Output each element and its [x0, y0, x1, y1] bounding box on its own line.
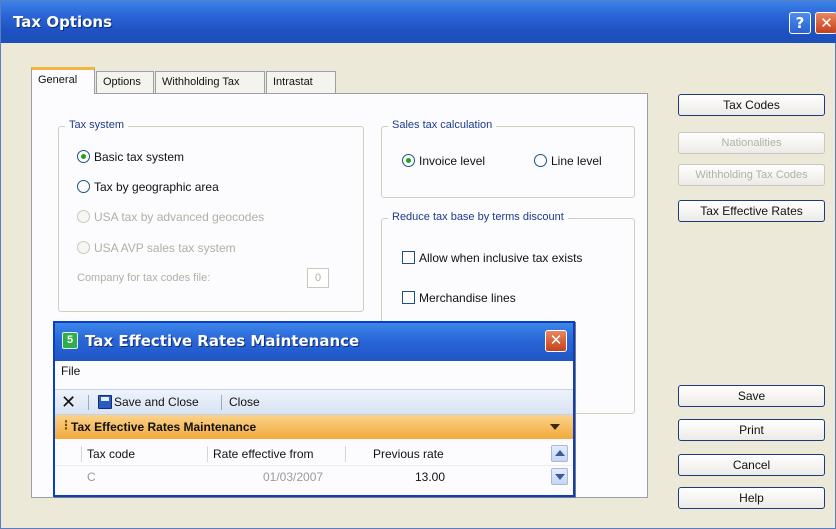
window-title: Tax Options — [13, 13, 113, 31]
grid-header: Tax code Rate effective from Previous ra… — [55, 443, 573, 465]
toolbar-separator — [88, 395, 89, 410]
dialog-close-icon[interactable]: ✕ — [545, 330, 567, 352]
print-button[interactable]: Print — [678, 419, 825, 441]
tab-options[interactable]: Options — [96, 71, 154, 93]
radio-disabled-icon — [77, 241, 90, 254]
dialog-toolbar: ✕ Save and Close Close — [55, 389, 573, 415]
scroll-down-icon[interactable] — [551, 468, 568, 485]
cell-tax-code[interactable]: C — [87, 470, 96, 484]
radio-line-level[interactable]: Line level — [534, 154, 602, 168]
section-title: Tax Effective Rates Maintenance — [71, 420, 257, 434]
radio-icon[interactable] — [77, 180, 90, 193]
nationalities-button: Nationalities — [678, 132, 825, 154]
save-button[interactable]: Save — [678, 385, 825, 407]
column-separator — [81, 446, 82, 462]
radio-tax-by-geographic-area[interactable]: Tax by geographic area — [77, 180, 219, 194]
checkbox-icon[interactable] — [402, 251, 415, 264]
column-separator — [345, 446, 346, 462]
tax-options-window: Tax Options ? ✕ General Options Withhold… — [0, 0, 836, 529]
sales-tax-calculation-title: Sales tax calculation — [388, 119, 497, 131]
section-header[interactable]: ⋮ Tax Effective Rates Maintenance — [55, 415, 573, 439]
check-allow-inclusive-tax[interactable]: Allow when inclusive tax exists — [402, 251, 582, 265]
cancel-button[interactable]: Cancel — [678, 454, 825, 476]
radio-usa-avp-sales-tax: USA AVP sales tax system — [77, 241, 236, 255]
tax-effective-rates-dialog: 5 Tax Effective Rates Maintenance ✕ File… — [53, 321, 575, 497]
dialog-titlebar[interactable]: 5 Tax Effective Rates Maintenance ✕ — [55, 323, 573, 361]
toolbar-separator — [221, 395, 222, 410]
delete-icon[interactable]: ✕ — [61, 392, 76, 412]
tax-system-group: Tax system Basic tax system Tax by geogr… — [58, 119, 364, 312]
radio-usa-advanced-geocodes: USA tax by advanced geocodes — [77, 210, 264, 224]
radio-icon[interactable] — [534, 154, 547, 167]
radio-selected-icon[interactable] — [77, 150, 90, 163]
radio-disabled-icon — [77, 210, 90, 223]
tax-system-title: Tax system — [65, 119, 129, 131]
window-titlebar[interactable]: Tax Options ? ✕ — [1, 1, 836, 43]
dialog-title: Tax Effective Rates Maintenance — [85, 332, 360, 350]
company-tax-codes-input: 0 — [307, 268, 329, 288]
close-icon[interactable]: ✕ — [815, 12, 836, 34]
reduce-tax-base-title: Reduce tax base by terms discount — [388, 211, 568, 223]
app-icon: 5 — [62, 332, 78, 349]
dialog-menubar: File — [55, 361, 573, 381]
dropdown-arrow-icon[interactable] — [550, 424, 560, 430]
radio-basic-tax-system[interactable]: Basic tax system — [77, 150, 184, 164]
column-previous-rate[interactable]: Previous rate — [373, 447, 444, 461]
save-and-close-button[interactable]: Save and Close — [114, 395, 199, 409]
tax-effective-rates-button[interactable]: Tax Effective Rates — [678, 200, 825, 222]
tab-intrastat[interactable]: Intrastat — [266, 71, 336, 93]
close-button[interactable]: Close — [229, 395, 260, 409]
check-merchandise-lines[interactable]: Merchandise lines — [402, 291, 516, 305]
tab-withholding-tax[interactable]: Withholding Tax — [155, 71, 265, 93]
column-rate-effective-from[interactable]: Rate effective from — [213, 447, 314, 461]
table-row[interactable]: C 01/03/2007 13.00 — [55, 465, 573, 487]
cell-previous-rate[interactable]: 13.00 — [415, 470, 445, 484]
cell-rate-effective-from[interactable]: 01/03/2007 — [263, 470, 323, 484]
radio-invoice-level[interactable]: Invoice level — [402, 154, 485, 168]
help-icon[interactable]: ? — [789, 12, 811, 34]
column-separator — [207, 446, 208, 462]
radio-selected-icon[interactable] — [402, 154, 415, 167]
company-for-tax-codes-label: Company for tax codes file: — [77, 272, 211, 284]
sales-tax-calculation-group: Sales tax calculation Invoice level Line… — [381, 119, 635, 198]
withholding-tax-codes-button: Withholding Tax Codes — [678, 164, 825, 186]
tab-general[interactable]: General — [31, 67, 95, 94]
column-tax-code[interactable]: Tax code — [87, 447, 135, 461]
help-button[interactable]: Help — [678, 487, 825, 509]
tax-codes-button[interactable]: Tax Codes — [678, 94, 825, 116]
checkbox-icon[interactable] — [402, 291, 415, 304]
menu-file[interactable]: File — [61, 364, 80, 378]
save-icon[interactable] — [98, 395, 112, 409]
scroll-up-icon[interactable] — [551, 445, 568, 462]
